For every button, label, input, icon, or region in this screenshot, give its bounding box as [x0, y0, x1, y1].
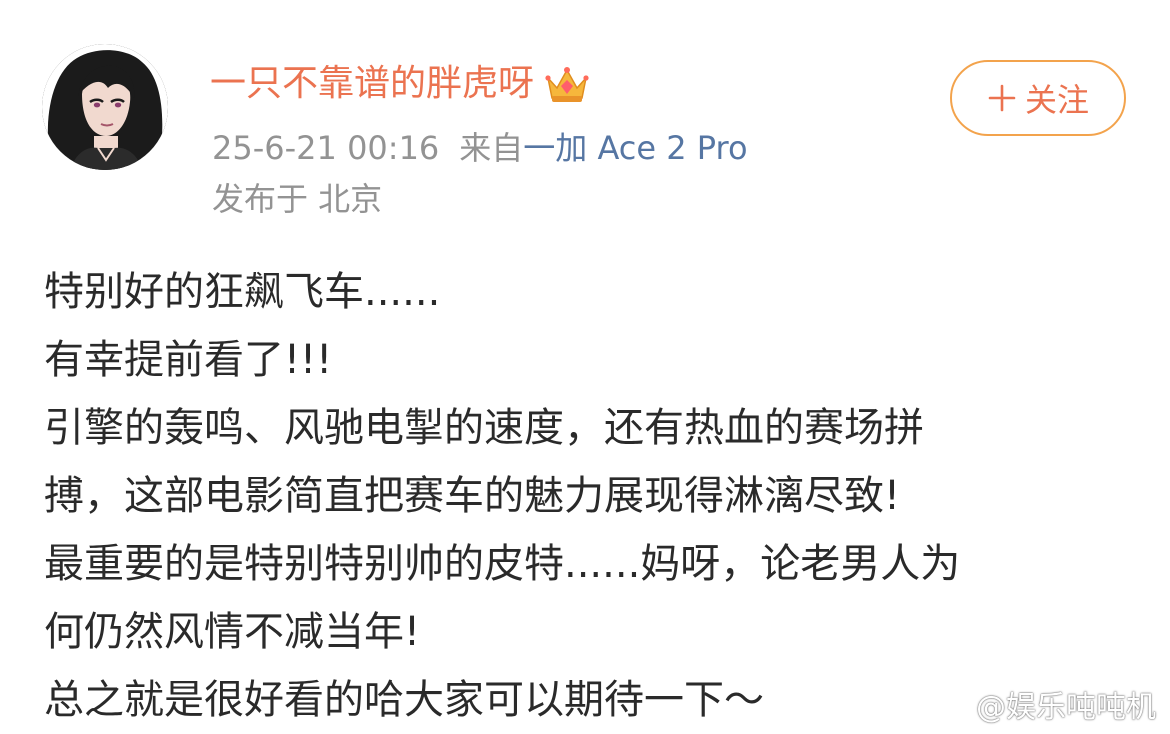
content-line: 有幸提前看了!!!: [44, 337, 333, 383]
content-line: 何仍然风情不减当年!: [44, 609, 421, 655]
watermark-text: @娱乐吨吨机: [976, 690, 1156, 725]
content-line: 特别好的狂飙飞车......: [44, 269, 441, 315]
follow-button[interactable]: 关注: [950, 60, 1126, 136]
post-content: 特别好的狂飙飞车...... 有幸提前看了!!! 引擎的轰鸣、风驰电掣的速度，还…: [44, 258, 1134, 734]
content-line: 引擎的轰鸣、风驰电掣的速度，还有热血的赛场拼: [44, 405, 924, 451]
content-line: 最重要的是特别特别帅的皮特......妈呀，论老男人为: [44, 541, 961, 587]
plus-icon: [988, 84, 1016, 112]
watermark: @娱乐吨吨机: [928, 684, 1156, 725]
weibo-logo-icon: [929, 691, 968, 721]
follow-label: 关注: [1024, 81, 1089, 119]
post-meta: 25-6-21 00:16 来自一加 Ace 2 Pro: [212, 126, 748, 170]
post-timestamp: 25-6-21 00:16: [212, 129, 440, 167]
source-prefix: 来自: [459, 129, 524, 167]
avatar-illustration: [42, 44, 168, 170]
author-row: 一只不靠谱的胖虎呀: [210, 58, 590, 110]
crown-icon: [545, 67, 589, 102]
content-line: 搏，这部电影简直把赛车的魅力展现得淋漓尽致!: [44, 473, 901, 519]
device-link[interactable]: 一加 Ace 2 Pro: [523, 129, 747, 167]
post-location: 发布于 北京: [212, 180, 383, 218]
author-avatar[interactable]: [42, 44, 168, 170]
author-name[interactable]: 一只不靠谱的胖虎呀: [210, 66, 534, 102]
